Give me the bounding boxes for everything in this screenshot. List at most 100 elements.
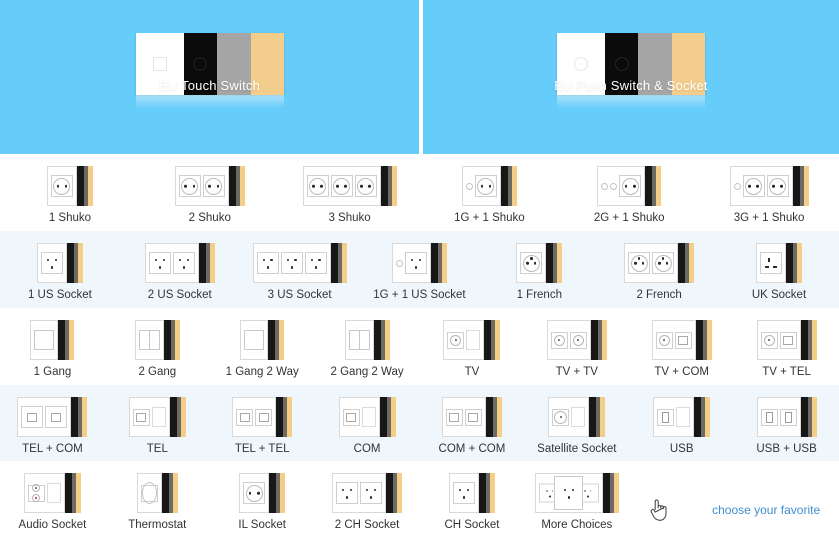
product-label: 1 French <box>516 289 562 301</box>
product-card-1-gang-2-way[interactable]: 1 Gang 2 Way <box>210 308 315 379</box>
product-card-thermostat[interactable]: Thermostat <box>105 461 210 532</box>
product-card-2-us-socket[interactable]: 2 US Socket <box>120 231 240 302</box>
device-swatch-strip <box>23 473 81 513</box>
product-thumbnail <box>36 241 83 285</box>
device-swatch-strip <box>134 320 180 360</box>
device-face <box>548 397 590 437</box>
product-card-2-shuko[interactable]: 2 Shuko <box>140 154 280 225</box>
schuko-outlet-icon <box>53 177 71 195</box>
swatch-black <box>58 320 66 360</box>
product-thumbnail <box>653 395 711 439</box>
device-face <box>46 166 77 206</box>
choose-favorite-link[interactable]: choose your favorite <box>712 503 820 517</box>
swatch-black <box>602 473 610 513</box>
product-card-tel-com[interactable]: TEL + COM <box>0 385 105 456</box>
product-card-ch-socket[interactable]: CH Socket <box>420 461 525 532</box>
device-face <box>624 243 679 283</box>
swatch-tan <box>287 397 293 437</box>
audio-module <box>27 484 45 502</box>
product-card-tel-tel[interactable]: TEL + TEL <box>210 385 315 456</box>
product-thumbnail <box>332 471 403 515</box>
product-card-2g-1-shuko[interactable]: 2G + 1 Shuko <box>559 154 699 225</box>
product-card-tv-tv[interactable]: TV + TV <box>524 308 629 379</box>
swatch-tan <box>209 243 215 283</box>
product-thumbnail <box>17 395 88 439</box>
product-label: More Choices <box>541 519 613 531</box>
product-card-usb-usb[interactable]: USB + USB <box>734 385 839 456</box>
product-card-tel[interactable]: TEL <box>105 385 210 456</box>
product-thumbnail <box>232 395 293 439</box>
center-socket <box>554 476 584 510</box>
swatch-black <box>228 166 236 206</box>
device-swatch-strip <box>653 397 711 437</box>
product-label: USB <box>669 443 694 455</box>
schuko-outlet-icon <box>205 177 223 195</box>
product-label: Thermostat <box>128 519 187 531</box>
product-label: IL Socket <box>238 519 286 531</box>
product-card-3-shuko[interactable]: 3 Shuko <box>280 154 420 225</box>
swatch-tan <box>656 166 662 206</box>
blank-module <box>676 407 691 427</box>
device-swatch-strip <box>548 397 606 437</box>
device-face <box>546 320 591 360</box>
product-thumbnail <box>174 164 245 208</box>
product-card-1g-1-us-socket[interactable]: 1G + 1 US Socket <box>360 231 480 302</box>
device-face <box>134 320 164 360</box>
product-card-more-choices[interactable]: More Choices <box>524 461 629 532</box>
swatch-tan <box>69 320 75 360</box>
swatch-tan <box>172 473 178 513</box>
product-card-2-ch-socket[interactable]: 2 CH Socket <box>315 461 420 532</box>
device-face <box>391 243 431 283</box>
ch-outlet-icon <box>364 487 378 500</box>
product-thumbnail <box>338 395 396 439</box>
device-face <box>128 397 170 437</box>
product-card-3g-1-shuko[interactable]: 3G + 1 Shuko <box>699 154 839 225</box>
gang-rocker <box>149 330 160 350</box>
product-card-audio-socket[interactable]: Audio Socket <box>0 461 105 532</box>
swatch-tan <box>811 320 817 360</box>
product-card-satellite-socket[interactable]: Satellite Socket <box>524 385 629 456</box>
rj-port-icon <box>239 412 250 422</box>
banner-eu-push-switch-socket[interactable]: EU Push Switch & Socket <box>423 0 839 154</box>
swatch-tan <box>341 243 347 283</box>
swatch-tan <box>600 397 606 437</box>
product-thumbnail <box>755 241 802 285</box>
blank-module <box>46 483 61 503</box>
com-module <box>464 408 482 426</box>
schuko-outlet-icon <box>357 177 375 195</box>
blank-module <box>466 330 481 350</box>
banner-label-push: EU Push Switch & Socket <box>554 78 708 93</box>
product-card-il-socket[interactable]: IL Socket <box>210 461 315 532</box>
product-card-tv-com[interactable]: TV + COM <box>629 308 734 379</box>
device-face <box>516 243 547 283</box>
product-card-tv[interactable]: TV <box>420 308 525 379</box>
us-module <box>40 252 63 274</box>
product-card-com-com[interactable]: COM + COM <box>420 385 525 456</box>
product-card-tv-tel[interactable]: TV + TEL <box>734 308 839 379</box>
pointing-hand-cursor-icon <box>648 497 670 523</box>
rj-port-icon <box>258 412 269 422</box>
product-card-3-us-socket[interactable]: 3 US Socket <box>240 231 360 302</box>
il-module <box>243 482 266 504</box>
product-card-1-us-socket[interactable]: 1 US Socket <box>0 231 120 302</box>
device-face <box>232 397 277 437</box>
gang-rocker-group <box>244 330 265 350</box>
product-card-usb[interactable]: USB <box>629 385 734 456</box>
product-card-2-gang-2-way[interactable]: 2 Gang 2 Way <box>315 308 420 379</box>
tv-module <box>550 331 568 349</box>
product-card-com[interactable]: COM <box>315 385 420 456</box>
device-swatch-strip <box>239 473 286 513</box>
product-card-uk-socket[interactable]: UK Socket <box>719 231 839 302</box>
product-card-1-french[interactable]: 1 French <box>479 231 599 302</box>
swatch-tan <box>397 473 403 513</box>
product-card-1g-1-shuko[interactable]: 1G + 1 Shuko <box>419 154 559 225</box>
product-thumbnail <box>344 318 390 362</box>
product-card-2-french[interactable]: 2 French <box>599 231 719 302</box>
banner-eu-touch-switch[interactable]: EU Touch Switch <box>0 0 419 154</box>
data-module <box>674 331 692 349</box>
product-thumbnail <box>136 471 178 515</box>
product-card-2-gang[interactable]: 2 Gang <box>105 308 210 379</box>
product-card-1-shuko[interactable]: 1 Shuko <box>0 154 140 225</box>
product-card-1-gang[interactable]: 1 Gang <box>0 308 105 379</box>
device-swatch-strip <box>441 397 502 437</box>
